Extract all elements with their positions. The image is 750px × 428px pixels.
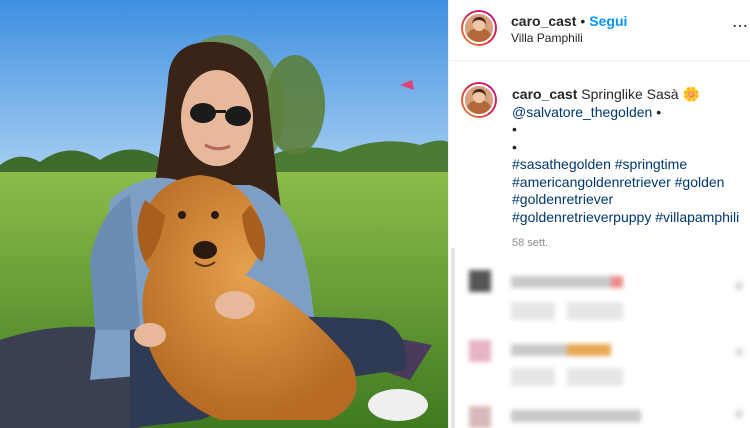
- comment-avatar: [469, 406, 491, 428]
- caption-avatar[interactable]: [461, 82, 497, 118]
- comment-placeholder: [611, 276, 623, 288]
- author-avatar[interactable]: [461, 10, 497, 46]
- hashtag-line[interactable]: #goldenretrieverpuppy #villapamphili: [512, 209, 748, 227]
- caption-dot-line: •: [512, 138, 517, 155]
- hashtag-line[interactable]: #sasathegolden #springtime: [512, 156, 748, 174]
- hashtag-line[interactable]: #goldenretriever: [512, 191, 748, 209]
- header-title-line: caro_cast • Segui: [511, 13, 627, 29]
- comment-placeholder: [511, 276, 611, 288]
- follow-button[interactable]: Segui: [589, 13, 627, 29]
- comment-placeholder: [511, 302, 555, 320]
- caption-dot: •: [656, 103, 662, 120]
- comment-avatar: [469, 270, 491, 292]
- location-link[interactable]: Villa Pamphili: [511, 31, 583, 45]
- caption-body: Springlike Sasà: [581, 86, 679, 102]
- comment-placeholder: [567, 302, 623, 320]
- post-header: caro_cast • Segui Villa Pamphili ⋯: [449, 0, 750, 61]
- comment-placeholder: [511, 368, 555, 386]
- caption-username[interactable]: caro_cast: [512, 86, 577, 102]
- comment-placeholder: [567, 344, 611, 356]
- photo-scene: [0, 0, 448, 428]
- more-options-icon[interactable]: ⋯: [732, 16, 749, 36]
- comment-like-placeholder: [735, 282, 743, 290]
- header-username[interactable]: caro_cast: [511, 13, 576, 29]
- flower-emoji-icon: 🌼: [682, 86, 700, 102]
- caption-text: caro_cast Springlike Sasà 🌼 @salvatore_t…: [512, 86, 748, 226]
- caption-avatar-image: [465, 86, 493, 114]
- comment-placeholder: [511, 410, 641, 422]
- post-timestamp[interactable]: 58 sett.: [512, 237, 548, 249]
- header-separator: •: [580, 13, 586, 29]
- comment-placeholder: [567, 368, 623, 386]
- post-photo[interactable]: [0, 0, 448, 428]
- post-side-panel: caro_cast • Segui Villa Pamphili ⋯ caro_ca…: [448, 0, 750, 428]
- comment-like-placeholder: [735, 410, 743, 418]
- blurred-comments: [449, 260, 750, 428]
- comment-like-placeholder: [735, 348, 743, 356]
- comment-placeholder: [511, 344, 567, 356]
- avatar-image: [465, 14, 493, 42]
- hashtag-line[interactable]: #americangoldenretriever #golden: [512, 174, 748, 192]
- caption-dot-line: •: [512, 121, 517, 137]
- mention-link[interactable]: @salvatore_thegolden: [512, 104, 652, 120]
- comment-avatar: [469, 340, 491, 362]
